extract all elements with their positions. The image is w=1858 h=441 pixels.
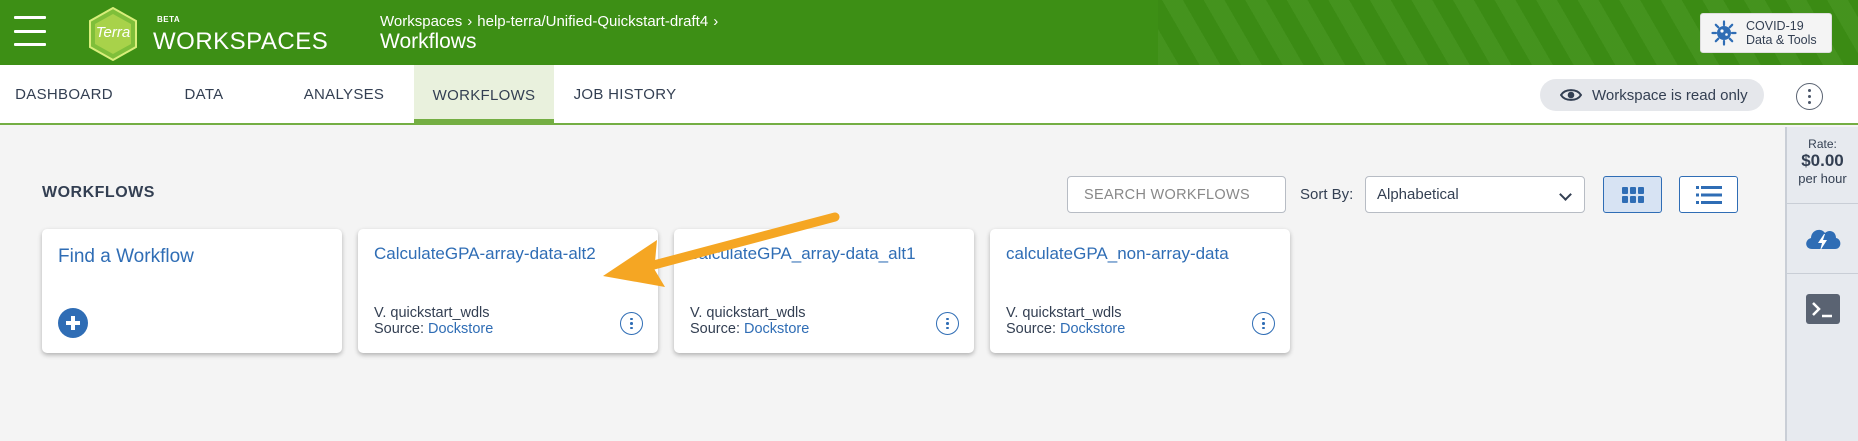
card-menu-kebab-icon[interactable] [620, 312, 643, 335]
rate-value: $0.00 [1801, 151, 1844, 170]
covid-line2: Data & Tools [1746, 33, 1817, 47]
rate-label: Rate: [1808, 137, 1837, 151]
grid-view-button[interactable] [1603, 176, 1662, 213]
page-title: Workflows [380, 30, 477, 53]
workflow-version: V. quickstart_wdls [374, 305, 490, 321]
workspace-tab-bar: DASHBOARD DATA ANALYSES WORKFLOWS JOB HI… [0, 65, 1858, 125]
cloud-environment-button[interactable] [1787, 203, 1858, 273]
logo-text: Terra [95, 24, 131, 41]
rate-unit: per hour [1798, 171, 1847, 186]
top-header: Terra BETA WORKSPACES Workspaces › help-te… [0, 0, 1858, 65]
sort-by-select[interactable]: Alphabetical [1365, 176, 1585, 213]
read-only-badge: Workspace is read only [1540, 79, 1764, 111]
workflow-card-title[interactable]: CalculateGPA-array-data-alt2 [374, 244, 596, 264]
eye-icon [1560, 89, 1582, 101]
beta-label: BETA [157, 15, 181, 24]
workflow-card-meta: V. quickstart_wdls Source: Dockstore [690, 305, 809, 337]
find-workflow-card[interactable]: Find a Workflow [42, 229, 342, 353]
list-icon [1695, 185, 1722, 204]
breadcrumb-separator-icon: › [713, 13, 719, 30]
breadcrumb-workspace[interactable]: help-terra/Unified-Quickstart-draft4 [477, 13, 708, 30]
workflow-source: Source: Dockstore [1006, 321, 1125, 337]
workflows-section-title: WORKFLOWS [42, 184, 155, 201]
source-link[interactable]: Dockstore [428, 321, 493, 337]
read-only-text: Workspace is read only [1592, 86, 1748, 104]
terra-logo[interactable]: Terra [86, 6, 140, 62]
workspace-menu-kebab-icon[interactable] [1796, 83, 1823, 110]
workflow-source: Source: Dockstore [374, 321, 493, 337]
breadcrumb-workspaces[interactable]: Workspaces [380, 13, 462, 30]
tab-data[interactable]: DATA [148, 65, 260, 123]
workflow-card-title[interactable]: calculateGPA_non-array-data [1006, 244, 1229, 264]
plus-circle-icon[interactable] [58, 308, 88, 338]
tab-workflows[interactable]: WORKFLOWS [414, 65, 554, 125]
tab-dashboard[interactable]: DASHBOARD [0, 65, 128, 123]
brand-title[interactable]: WORKSPACES [153, 28, 328, 56]
source-link[interactable]: Dockstore [1060, 321, 1125, 337]
find-workflow-title: Find a Workflow [58, 246, 194, 267]
sort-by-label: Sort By: [1300, 186, 1354, 203]
workflow-card[interactable]: calculateGPA_non-array-data V. quickstar… [990, 229, 1290, 353]
source-label: Source: [690, 321, 740, 337]
tab-analyses[interactable]: ANALYSES [284, 65, 404, 123]
source-label: Source: [1006, 321, 1056, 337]
right-side-rail: Rate: $0.00 per hour [1785, 127, 1858, 441]
covid-data-tools-button[interactable]: COVID-19 Data & Tools [1700, 13, 1832, 53]
workflow-card[interactable]: CalculateGPA-array-data-alt2 V. quicksta… [358, 229, 658, 353]
workflow-card-meta: V. quickstart_wdls Source: Dockstore [1006, 305, 1125, 337]
card-menu-kebab-icon[interactable] [1252, 312, 1275, 335]
terminal-button[interactable] [1787, 273, 1858, 343]
workflow-version: V. quickstart_wdls [690, 305, 806, 321]
breadcrumb: Workspaces › help-terra/Unified-Quickstart… [380, 13, 723, 30]
list-view-button[interactable] [1679, 176, 1738, 213]
source-link[interactable]: Dockstore [744, 321, 809, 337]
workflow-version: V. quickstart_wdls [1006, 305, 1122, 321]
card-menu-kebab-icon[interactable] [936, 312, 959, 335]
grid-icon [1621, 186, 1644, 203]
sort-by-value: Alphabetical [1377, 186, 1459, 203]
cost-rate: Rate: $0.00 per hour [1787, 137, 1858, 186]
workflow-card[interactable]: calculateGPA_array-data_alt1 V. quicksta… [674, 229, 974, 353]
workflow-card-meta: V. quickstart_wdls Source: Dockstore [374, 305, 493, 337]
source-label: Source: [374, 321, 424, 337]
search-workflows-input[interactable] [1067, 176, 1286, 213]
covid-line1: COVID-19 [1746, 19, 1804, 33]
workflow-card-title[interactable]: calculateGPA_array-data_alt1 [690, 244, 916, 264]
terminal-icon [1805, 293, 1840, 324]
hamburger-menu-icon[interactable] [14, 16, 46, 46]
covid-button-label: COVID-19 Data & Tools [1746, 19, 1817, 47]
chevron-down-icon [1559, 188, 1572, 201]
breadcrumb-separator-icon: › [467, 13, 473, 30]
cloud-lightning-icon [1805, 229, 1840, 251]
virus-icon [1711, 20, 1737, 46]
tab-job-history[interactable]: JOB HISTORY [566, 65, 684, 123]
workflow-source: Source: Dockstore [690, 321, 809, 337]
